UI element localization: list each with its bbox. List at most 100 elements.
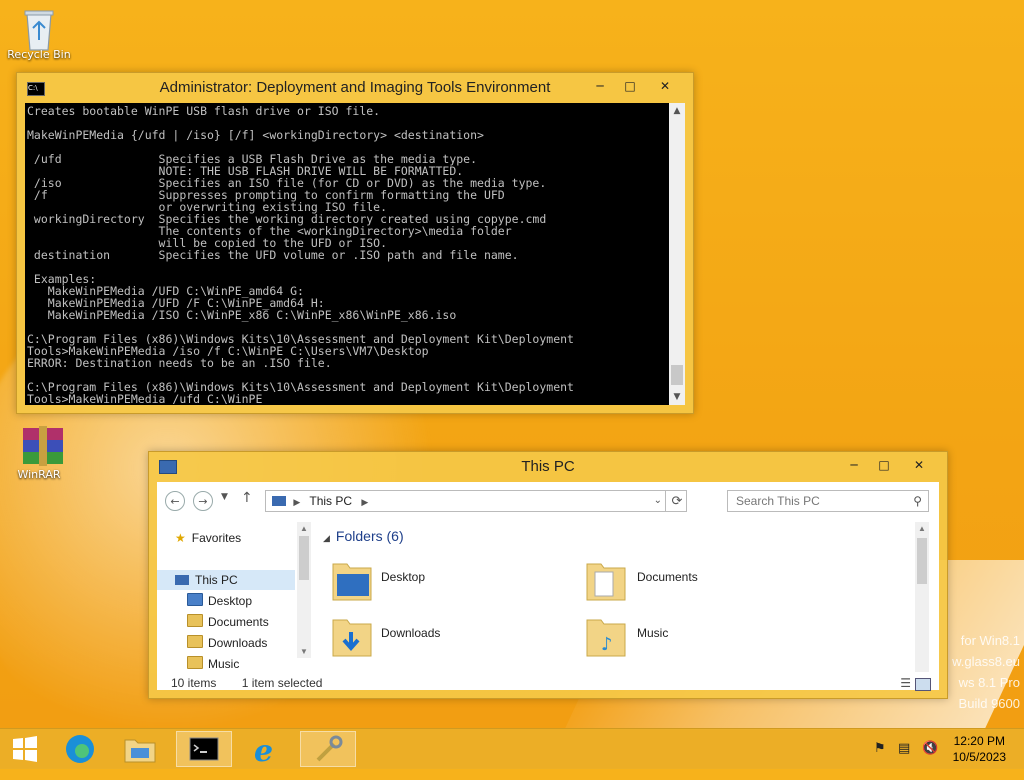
up-button[interactable]: ↑	[241, 490, 253, 506]
svg-text:e: e	[254, 734, 273, 765]
console-line: Creates bootable WinPE USB flash drive o…	[27, 104, 381, 118]
folder-item-downloads[interactable]: Downloads	[323, 612, 563, 660]
downloads-folder-icon	[187, 635, 203, 648]
watermark-line: Build 9600	[958, 696, 1020, 711]
scroll-up-arrow-icon[interactable]: ▲	[300, 524, 308, 533]
sidebar-item-label: Desktop	[208, 594, 253, 608]
command-prompt-icon	[189, 737, 219, 761]
deployment-tools-icon	[316, 735, 343, 762]
breadcrumb-chevron-icon: ▶	[293, 497, 301, 507]
watermark-line: w.glass8.eu	[952, 654, 1020, 669]
taskbar-internet-explorer[interactable]: e	[238, 731, 294, 769]
minimize-button[interactable]: ─	[587, 77, 613, 95]
large-icons-view-icon[interactable]	[915, 678, 931, 691]
documents-folder-icon	[585, 558, 626, 601]
console-window[interactable]: C:\ Administrator: Deployment and Imagin…	[16, 72, 694, 414]
window-title: This PC	[521, 458, 575, 475]
sidebar-item-label: Music	[208, 657, 240, 671]
watermark-line: for Win8.1	[960, 633, 1020, 648]
sidebar-item-label: Documents	[208, 615, 269, 629]
forward-button[interactable]: →	[193, 491, 213, 511]
search-input[interactable]: Search This PC ⚲	[727, 490, 929, 512]
taskbar-deployment-tools[interactable]	[300, 731, 356, 767]
breadcrumb-chevron-icon: ▶	[361, 497, 369, 507]
console-line: ERROR: Destination needs to be an .ISO f…	[27, 356, 332, 370]
music-folder-icon: ♪	[585, 614, 626, 657]
breadcrumb[interactable]: This PC	[309, 494, 352, 508]
recycle-bin-icon	[19, 6, 59, 51]
sidebar-item-favorites[interactable]: ★ Favorites	[175, 528, 241, 548]
sidebar-item-downloads[interactable]: Downloads	[187, 633, 267, 653]
collapse-chevron-icon[interactable]: ◢	[323, 533, 330, 543]
sidebar-item-documents[interactable]: Documents	[187, 612, 269, 632]
close-button[interactable]: ✕	[901, 456, 937, 474]
console-line: MakeWinPEMedia {/ufd | /iso} [/f] <worki…	[27, 128, 484, 142]
folder-label: Downloads	[381, 626, 441, 640]
sidebar-item-music[interactable]: Music	[187, 654, 239, 674]
watermark-line: ws 8.1 Pro	[958, 675, 1020, 690]
group-header[interactable]: ◢ Folders (6)	[323, 528, 404, 544]
desktop-icon-recycle-bin[interactable]: Recycle Bin	[4, 6, 74, 61]
os-watermark: for Win8.1 w.glass8.eu ws 8.1 Pro Build …	[952, 630, 1020, 714]
search-icon[interactable]: ⚲	[913, 491, 922, 511]
console-output[interactable]: Creates bootable WinPE USB flash drive o…	[25, 103, 669, 405]
sidebar-item-this-pc[interactable]: This PC	[157, 570, 295, 590]
start-button[interactable]	[0, 731, 50, 767]
folder-label: Music	[637, 626, 669, 640]
scroll-down-arrow-icon[interactable]: ▼	[300, 647, 308, 656]
taskbar-edge[interactable]	[52, 731, 108, 767]
this-pc-icon	[175, 575, 189, 585]
documents-folder-icon	[187, 614, 203, 627]
console-line: Tools>MakeWinPEMedia /ufd C:\WinPE	[27, 392, 263, 405]
console-scrollbar[interactable]: ▲ ▼	[669, 103, 685, 405]
music-folder-icon	[187, 656, 203, 669]
taskbar-command-prompt[interactable]	[176, 731, 232, 767]
winrar-icon	[19, 426, 63, 466]
svg-text:♪: ♪	[601, 634, 613, 655]
flag-icon[interactable]: ⚑	[874, 741, 886, 756]
desktop-folder-icon	[187, 593, 203, 606]
clock-time: 12:20 PM	[953, 734, 1005, 748]
downloads-folder-icon	[331, 614, 372, 657]
taskbar: e ⚑ ▤ 🔇 12:20 PM 10/5/2023	[0, 728, 1024, 769]
address-bar[interactable]: ▶ This PC ▶ ⌄ ⟳	[265, 490, 687, 512]
minimize-button[interactable]: ─	[841, 456, 867, 474]
address-dropdown-icon[interactable]: ⌄	[654, 491, 662, 511]
desktop-icon-winrar[interactable]: WinRAR	[4, 426, 74, 481]
scroll-up-arrow-icon[interactable]: ▲	[918, 524, 926, 533]
scroll-thumb[interactable]	[671, 365, 683, 385]
explorer-content: ← → ▼ ↑ ▶ This PC ▶ ⌄ ⟳ Search This PC ⚲…	[157, 482, 939, 691]
sidebar-item-desktop[interactable]: Desktop	[187, 591, 252, 611]
scroll-down-arrow-icon[interactable]: ▼	[669, 389, 685, 405]
content-scrollbar[interactable]: ▲	[915, 522, 929, 672]
desktop-folder-icon	[331, 558, 372, 601]
scroll-up-arrow-icon[interactable]: ▲	[669, 103, 685, 119]
folder-label: Desktop	[381, 570, 426, 584]
back-button[interactable]: ←	[165, 491, 185, 511]
system-clock[interactable]: 12:20 PM 10/5/2023	[953, 733, 1006, 765]
sidebar-item-label: This PC	[195, 573, 238, 587]
desktop-icon-label: WinRAR	[17, 468, 61, 481]
volume-muted-icon[interactable]: 🔇	[922, 741, 938, 756]
explorer-window[interactable]: This PC ─ □ ✕ ← → ▼ ↑ ▶ This PC ▶ ⌄ ⟳ Se…	[148, 451, 948, 699]
refresh-icon[interactable]: ⟳	[665, 490, 688, 512]
maximize-button[interactable]: □	[871, 456, 897, 474]
taskbar-file-explorer[interactable]	[112, 731, 168, 767]
folder-item-documents[interactable]: Documents	[585, 556, 825, 604]
folder-item-music[interactable]: ♪ Music	[585, 612, 825, 660]
details-view-icon[interactable]: ☰	[900, 676, 911, 690]
console-line: MakeWinPEMedia /ISO C:\WinPE_x86 C:\WinP…	[27, 308, 457, 322]
scroll-thumb[interactable]	[299, 536, 309, 580]
scroll-thumb[interactable]	[917, 538, 927, 584]
sidebar-item-label: Favorites	[191, 531, 242, 545]
search-placeholder: Search This PC	[736, 494, 820, 508]
address-row: ← → ▼ ↑ ▶ This PC ▶ ⌄ ⟳ Search This PC ⚲	[157, 488, 939, 514]
maximize-button[interactable]: □	[617, 77, 643, 95]
network-icon[interactable]: ▤	[898, 741, 910, 756]
navpane-scrollbar[interactable]: ▲ ▼	[297, 522, 311, 658]
recent-locations-chevron-icon[interactable]: ▼	[221, 492, 228, 502]
desktop-icon-label: Recycle Bin	[7, 48, 71, 61]
folder-item-desktop[interactable]: Desktop	[323, 556, 563, 604]
close-button[interactable]: ✕	[647, 77, 683, 95]
sidebar-item-label: Downloads	[208, 636, 268, 650]
